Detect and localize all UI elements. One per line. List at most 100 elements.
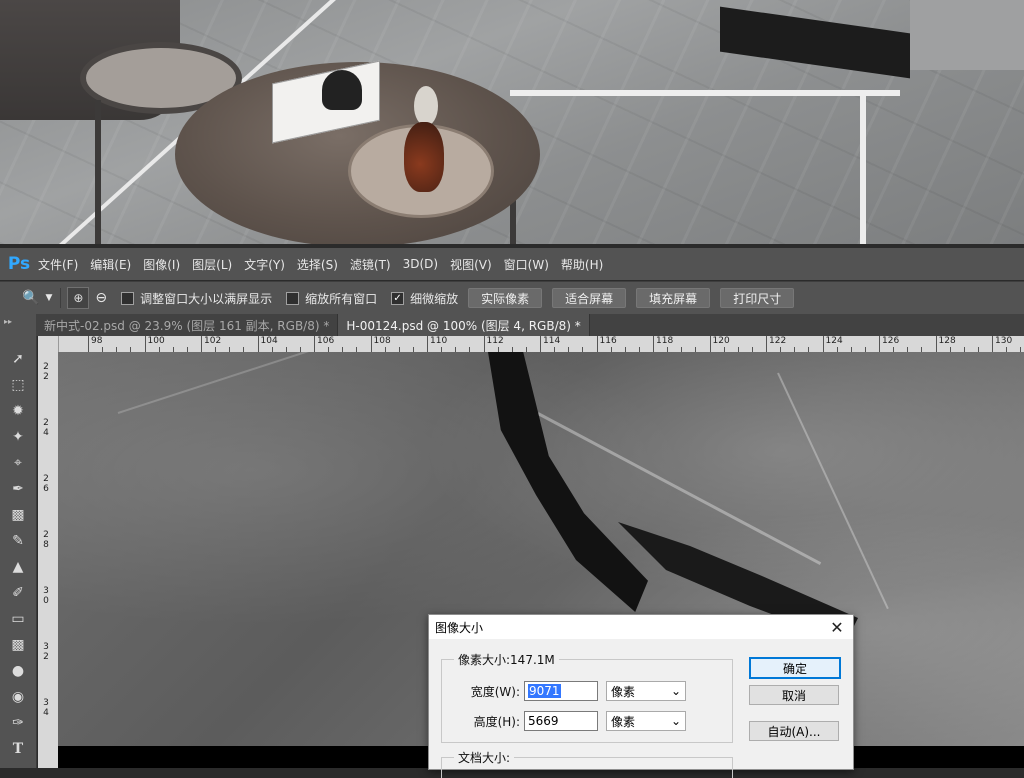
ruler-tick-label: 120 [712, 336, 730, 346]
dodge-tool-icon[interactable]: ◉ [0, 684, 36, 710]
pen-tool-icon[interactable]: ✑ [0, 710, 36, 736]
menu-edit[interactable]: 编辑(E) [90, 256, 131, 273]
gradient-tool-icon[interactable]: ▩ [0, 632, 36, 658]
tab-document-2[interactable]: H-00124.psd @ 100% (图层 4, RGB/8) * [338, 314, 590, 336]
zoom-all-windows-label: 缩放所有窗口 [305, 291, 378, 306]
cancel-button[interactable]: 取消 [749, 685, 839, 705]
ruler-tick-label: 3 2 [43, 642, 49, 662]
brush-tool-icon[interactable]: ✎ [0, 528, 36, 554]
ruler-tick [879, 336, 880, 352]
ruler-tick-label: 112 [486, 336, 504, 346]
menu-file[interactable]: 文件(F) [38, 256, 78, 273]
ruler-tick [201, 336, 202, 352]
interior-photo [0, 0, 1024, 244]
ruler-tick [427, 336, 428, 352]
ruler-tick-label: 126 [882, 336, 900, 346]
menu-view[interactable]: 视图(V) [450, 256, 492, 273]
resize-windows-checkbox[interactable]: 调整窗口大小以满屏显示 [121, 290, 272, 307]
menu-type[interactable]: 文字(Y) [244, 256, 285, 273]
print-size-button[interactable]: 打印尺寸 [720, 288, 795, 308]
menu-help[interactable]: 帮助(H) [561, 256, 603, 273]
ruler-tick-label: 3 4 [43, 698, 49, 718]
checkbox-box[interactable] [286, 291, 300, 305]
image-size-dialog: 图像大小 ✕ 像素大小:147.1M 宽度(W): 9071 像素 ⌄ 高度(H… [428, 614, 854, 778]
fill-screen-button[interactable]: 填充屏幕 [636, 288, 711, 308]
ruler-tick [144, 336, 146, 352]
book-cover-figure [322, 70, 362, 110]
marble-crack [488, 352, 648, 612]
lasso-tool-icon[interactable]: ✹ [0, 398, 36, 424]
ruler-tick-label: 116 [599, 336, 617, 346]
actual-pixels-button[interactable]: 实际像素 [468, 288, 543, 308]
checkmark-icon[interactable]: ✓ [391, 291, 405, 305]
close-icon[interactable]: ✕ [827, 618, 847, 637]
chevron-down-icon[interactable]: ▼ [45, 293, 52, 303]
ok-button[interactable]: 确定 [749, 657, 841, 679]
checkbox-box[interactable] [121, 291, 135, 305]
marble-vein [777, 372, 889, 610]
ruler-tick [370, 336, 372, 352]
pixel-dimensions-group: 像素大小:147.1M 宽度(W): 9071 像素 ⌄ 高度(H): 5669… [441, 651, 733, 743]
ruler-tick [540, 336, 541, 352]
eyedropper-icon[interactable]: ✒ [0, 476, 36, 502]
ruler-tick-label: 3 0 [43, 586, 49, 606]
zoom-tool-icon[interactable]: 🔍 [22, 290, 39, 306]
zoom-all-windows-checkbox[interactable]: 缩放所有窗口 [286, 290, 377, 307]
vase [404, 122, 444, 192]
height-unit-value: 像素 [611, 714, 636, 729]
ruler-tick [88, 336, 89, 352]
panel-grip-icon[interactable]: ▸▸ [0, 314, 36, 328]
scrubby-zoom-label: 细微缩放 [410, 291, 459, 306]
type-tool-icon[interactable]: T [0, 736, 36, 762]
tab-document-1[interactable]: 新中式-02.psd @ 23.9% (图层 161 副本, RGB/8) * [36, 314, 339, 336]
document-tabs: 新中式-02.psd @ 23.9% (图层 161 副本, RGB/8) * … [36, 314, 1024, 336]
magic-wand-icon[interactable]: ✦ [0, 424, 36, 450]
width-input[interactable]: 9071 [524, 681, 598, 701]
horizontal-ruler[interactable]: 98 100 102 104 106 108 110 112 114 116 118 120 122 12… [58, 336, 1024, 353]
menu-image[interactable]: 图像(I) [143, 256, 180, 273]
auto-button[interactable]: 自动(A)... [749, 721, 839, 741]
eraser-icon[interactable]: ▭ [0, 606, 36, 632]
clone-stamp-icon[interactable]: ▲ [0, 554, 36, 580]
blur-tool-icon[interactable]: ● [0, 658, 36, 684]
ruler-tick [653, 336, 654, 352]
height-unit-select[interactable]: 像素 ⌄ [606, 711, 686, 731]
ruler-tick [709, 336, 711, 352]
menu-layer[interactable]: 图层(L) [192, 256, 232, 273]
move-tool-icon[interactable]: ➚ [0, 346, 36, 372]
dialog-title: 图像大小 [435, 620, 484, 635]
marble-vein [117, 352, 328, 414]
ruler-tick-label: 2 8 [43, 530, 49, 550]
ruler-tick [314, 336, 315, 352]
vertical-ruler[interactable]: 2 2 2 4 2 6 2 8 3 0 3 2 3 4 [38, 336, 59, 768]
zoom-out-icon[interactable]: ⊖ [95, 290, 107, 306]
scrubby-zoom-checkbox[interactable]: ✓ 细微缩放 [391, 290, 458, 307]
history-brush-icon[interactable]: ✐ [0, 580, 36, 606]
menu-filter[interactable]: 滤镜(T) [350, 256, 391, 273]
ruler-tick-label: 2 6 [43, 474, 49, 494]
width-row: 宽度(W): 9071 像素 ⌄ [442, 680, 732, 702]
menu-select[interactable]: 选择(S) [297, 256, 338, 273]
marquee-tool-icon[interactable]: ⬚ [0, 372, 36, 398]
ruler-tick-label: 128 [938, 336, 956, 346]
fit-screen-button[interactable]: 适合屏幕 [552, 288, 627, 308]
crop-tool-icon[interactable]: ⌖ [0, 450, 36, 476]
ruler-tick [992, 336, 993, 352]
zoom-in-icon[interactable]: ⊕ [67, 287, 90, 309]
healing-brush-icon[interactable]: ▩ [0, 502, 36, 528]
height-input[interactable]: 5669 [524, 711, 598, 731]
menu-3d[interactable]: 3D(D) [403, 257, 438, 271]
marble-wall [910, 0, 1024, 70]
ruler-tick-label: 102 [204, 336, 222, 346]
ruler-tick-label: 98 [91, 336, 103, 346]
menu-window[interactable]: 窗口(W) [504, 256, 549, 273]
dialog-titlebar[interactable]: 图像大小 ✕ [429, 615, 853, 639]
ruler-tick-label: 106 [317, 336, 335, 346]
ruler-tick-label: 114 [543, 336, 561, 346]
width-label: 宽度(W): [470, 684, 520, 699]
ruler-tick [935, 336, 937, 352]
vase-stopper [414, 86, 438, 126]
height-label: 高度(H): [473, 714, 520, 729]
width-unit-select[interactable]: 像素 ⌄ [606, 681, 686, 701]
